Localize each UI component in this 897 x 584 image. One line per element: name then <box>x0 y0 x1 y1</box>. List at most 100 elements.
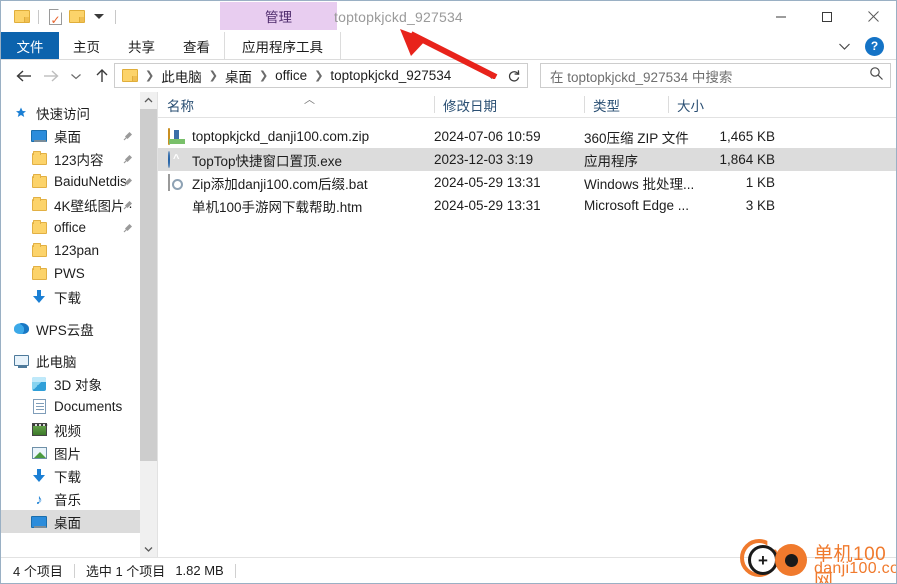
pin-icon[interactable] <box>123 152 134 167</box>
search-placeholder: 在 toptopkjckd_927534 中搜索 <box>550 69 733 85</box>
star-pin-icon <box>13 105 29 121</box>
new-folder-icon[interactable] <box>66 6 88 28</box>
sidebar-item-desktop-pc[interactable]: 桌面 <box>1 510 140 533</box>
search-input[interactable]: 在 toptopkjckd_927534 中搜索 <box>540 63 891 88</box>
pin-icon[interactable] <box>123 221 134 236</box>
sidebar-item-videos[interactable]: 视频 <box>1 418 140 441</box>
maximize-icon[interactable] <box>804 1 850 32</box>
toolbar-separator <box>115 9 116 24</box>
contextual-tab-header[interactable]: 管理 <box>220 2 337 30</box>
file-name-cell: Zip添加danji100.com后缀.bat <box>168 171 368 194</box>
desktop-icon <box>31 128 47 144</box>
watermark-line2: danji100.com <box>814 560 896 577</box>
sidebar-group-wps-cloud[interactable]: WPS云盘 <box>1 317 140 340</box>
sidebar-group-quick-access[interactable]: 快速访问 <box>1 101 140 124</box>
breadcrumb-item-2[interactable]: 桌面 <box>223 66 254 86</box>
watermark: + 单机100网 danji100.com <box>734 527 896 583</box>
column-header-date-modified[interactable]: 修改日期 <box>434 92 584 117</box>
file-name: 单机100手游网下载帮助.htm <box>192 199 363 215</box>
sidebar-item-baidunetdisk[interactable]: BaiduNetdis <box>1 170 140 193</box>
sidebar-item-label: 下载 <box>54 290 81 306</box>
sidebar-group-this-pc[interactable]: 此电脑 <box>1 349 140 372</box>
close-icon[interactable] <box>850 1 896 32</box>
properties-icon[interactable]: ✓ <box>44 6 66 28</box>
contextual-tab-label: 管理 <box>265 10 292 25</box>
column-header-name[interactable]: 名称 ︿ <box>158 92 434 117</box>
help-button[interactable]: ? <box>865 36 884 56</box>
file-name-cell: TopTop快捷窗口置顶.exe <box>168 148 342 171</box>
file-size: 3 KB <box>745 198 775 213</box>
address-bar[interactable]: ❯ 此电脑 ❯ 桌面 ❯ office ❯ toptopkjckd_927534 <box>114 63 528 88</box>
sort-ascending-icon: ︿ <box>304 94 315 106</box>
file-explorer-window: ✓ 管理 toptopkjckd_927534 文件 主页 共享 查看 应用程序… <box>0 0 897 584</box>
sidebar-item-downloads-pc[interactable]: 下载 <box>1 464 140 487</box>
sidebar-item-4k-wallpaper[interactable]: 4K壁纸图片 · <box>1 193 140 216</box>
sidebar-item-documents[interactable]: Documents <box>1 395 140 418</box>
sidebar-item-downloads[interactable]: 下载 <box>1 285 140 308</box>
file-date: 2024-07-06 10:59 <box>434 129 541 144</box>
refresh-icon[interactable] <box>503 64 525 87</box>
sidebar-group-label: 此电脑 <box>36 354 77 370</box>
table-row[interactable]: toptopkjckd_danji100.com.zip 2024-07-06 … <box>158 125 896 148</box>
chevron-down-icon[interactable] <box>831 34 857 58</box>
sidebar-item-pictures[interactable]: 图片 <box>1 441 140 464</box>
column-headers: 名称 ︿ 修改日期 类型 大小 <box>158 92 896 118</box>
breadcrumb-item-4[interactable]: toptopkjckd_927534 <box>328 68 453 83</box>
sidebar-scrollbar[interactable] <box>140 92 157 558</box>
sidebar-item-label: Documents <box>54 399 123 414</box>
address-dropdown-icon[interactable] <box>481 64 501 87</box>
search-icon[interactable] <box>869 66 884 86</box>
breadcrumb-item-3[interactable]: office <box>273 68 309 83</box>
sidebar-item-123content[interactable]: 123内容 <box>1 147 140 170</box>
folder-icon <box>122 69 138 82</box>
sidebar-item-pws[interactable]: PWS <box>1 262 140 285</box>
forward-button[interactable] <box>37 63 63 89</box>
sidebar-item-123pan[interactable]: 123pan <box>1 239 140 262</box>
download-arrow-icon <box>31 468 47 484</box>
status-separator <box>73 563 75 578</box>
sidebar-item-office[interactable]: office <box>1 216 140 239</box>
music-note-icon: ♪ <box>35 490 43 507</box>
tab-view-label: 查看 <box>183 40 210 55</box>
tab-home[interactable]: 主页 <box>59 32 114 60</box>
explorer-body: 快速访问 桌面 123内容 BaiduNetdis 4K壁纸图片 · offic… <box>1 92 896 558</box>
table-row[interactable]: 单机100手游网下载帮助.htm 2024-05-29 13:31 Micros… <box>158 194 896 217</box>
chevron-down-icon[interactable] <box>140 541 157 558</box>
table-row[interactable]: Zip添加danji100.com后缀.bat 2024-05-29 13:31… <box>158 171 896 194</box>
breadcrumb-item-1[interactable]: 此电脑 <box>159 66 204 86</box>
folder-icon[interactable] <box>11 6 33 28</box>
caret-down-icon[interactable] <box>88 6 110 28</box>
up-button[interactable] <box>89 63 115 89</box>
tab-share[interactable]: 共享 <box>114 32 169 60</box>
tab-application-tools[interactable]: 应用程序工具 <box>224 32 341 60</box>
ribbon-right-controls: ? <box>831 32 892 60</box>
sidebar-item-desktop[interactable]: 桌面 <box>1 124 140 147</box>
window-controls <box>758 1 896 32</box>
sidebar-item-3d-objects[interactable]: 3D 对象 <box>1 372 140 395</box>
sidebar-group-label: WPS云盘 <box>36 322 94 338</box>
chevron-up-icon[interactable] <box>140 92 157 109</box>
sidebar-group-label: 快速访问 <box>36 106 90 122</box>
quick-access-toolbar: ✓ <box>1 1 121 32</box>
navigation-pane: 快速访问 桌面 123内容 BaiduNetdis 4K壁纸图片 · offic… <box>1 92 140 558</box>
sidebar-item-label: 桌面 <box>54 129 81 145</box>
column-header-size[interactable]: 大小 <box>668 92 775 117</box>
sidebar-item-music[interactable]: ♪ 音乐 <box>1 487 140 510</box>
sidebar-item-label: PWS <box>54 266 85 281</box>
tab-view[interactable]: 查看 <box>169 32 224 60</box>
column-header-type[interactable]: 类型 <box>584 92 668 117</box>
tab-share-label: 共享 <box>128 40 155 55</box>
documents-icon <box>31 399 47 415</box>
scrollbar-thumb[interactable] <box>140 109 157 461</box>
table-row[interactable]: TopTop快捷窗口置顶.exe 2023-12-03 3:19 应用程序 1,… <box>158 148 896 171</box>
minimize-icon[interactable] <box>758 1 804 32</box>
tab-file[interactable]: 文件 <box>1 32 59 60</box>
pin-icon[interactable] <box>123 198 134 213</box>
sidebar-item-label: 音乐 <box>54 492 81 508</box>
pin-icon[interactable] <box>123 129 134 144</box>
pin-icon[interactable] <box>123 175 134 190</box>
back-button[interactable] <box>11 63 37 89</box>
recent-locations-button[interactable] <box>63 63 89 89</box>
